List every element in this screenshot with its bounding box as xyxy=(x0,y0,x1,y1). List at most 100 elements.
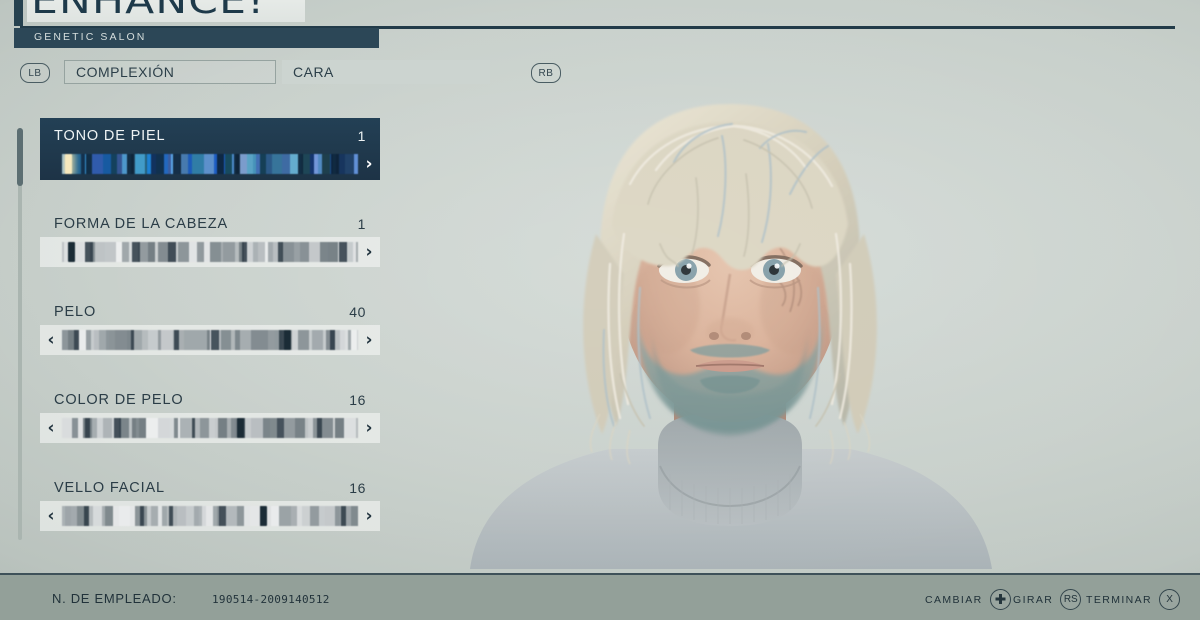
menu-item-slider-row[interactable]: ‹ › xyxy=(40,413,380,443)
chevron-left-icon[interactable]: ‹ xyxy=(40,331,62,349)
tab-complexion[interactable]: COMPLEXIÓN xyxy=(64,60,276,84)
character-render-svg xyxy=(470,104,992,569)
menu-item-label: COLOR DE PELO xyxy=(54,392,184,408)
slider-tick-accent xyxy=(84,506,89,526)
left-bumper-button[interactable]: LB xyxy=(20,63,50,83)
slider-tick xyxy=(115,330,128,350)
slider-tick xyxy=(355,418,358,438)
dpad-icon[interactable] xyxy=(989,589,1011,610)
hint-cambiar[interactable]: CAMBIAR xyxy=(925,589,1011,610)
slider-tick-accent xyxy=(140,506,145,526)
slider-tick-accent xyxy=(191,418,196,438)
slider-tick-accent xyxy=(242,242,247,262)
slider-position-marker xyxy=(283,330,291,350)
slider-tick-accent xyxy=(341,506,346,526)
slider-tick xyxy=(250,418,264,438)
chevron-right-icon[interactable]: › xyxy=(358,243,380,261)
slider-tick-accent xyxy=(339,242,348,262)
rs-button-icon[interactable]: RS xyxy=(1060,589,1082,610)
menu-item-value: 40 xyxy=(349,304,366,320)
menu-item-header: COLOR DE PELO 16 xyxy=(40,386,380,414)
logo-plate: ENHANCE! xyxy=(27,0,305,22)
menu-item-header: FORMA DE LA CABEZA 1 xyxy=(40,210,380,238)
slider-tick-accent xyxy=(130,330,135,350)
slider-tick xyxy=(312,330,324,350)
menu-item-pelo[interactable]: PELO 40 ‹ › xyxy=(40,298,380,360)
slider-tick xyxy=(192,154,205,174)
chevron-right-icon[interactable]: › xyxy=(358,331,380,349)
right-bumper-button[interactable]: RB xyxy=(531,63,561,83)
slider-tick xyxy=(297,330,311,350)
menu-item-slider-row[interactable]: ‹ › xyxy=(40,501,380,531)
slider-position-marker xyxy=(67,242,75,262)
chevron-right-icon[interactable]: › xyxy=(358,155,380,173)
slider-tick xyxy=(209,242,222,262)
menu-item-vello-facial[interactable]: VELLO FACIAL 16 ‹ › xyxy=(40,474,380,536)
category-tabbar: LB COMPLEXIÓN CARA RB xyxy=(0,60,1200,88)
menu-item-value: 16 xyxy=(349,392,366,408)
header: ENHANCE! GENETIC SALON xyxy=(0,0,1200,52)
slider-tick xyxy=(279,506,292,526)
menu-item-color-de-pelo[interactable]: COLOR DE PELO 16 ‹ › xyxy=(40,386,380,448)
slider-tick-accent xyxy=(210,330,219,350)
slider-tick xyxy=(239,330,252,350)
menu-item-slider-row[interactable]: ‹ › xyxy=(40,325,380,355)
slider-strip[interactable] xyxy=(62,154,358,174)
slider-strip[interactable] xyxy=(62,418,358,438)
slider-position-marker xyxy=(64,154,72,174)
chevron-left-icon[interactable]: ‹ xyxy=(40,507,62,525)
subtitle-bar: GENETIC SALON xyxy=(14,28,379,48)
slider-tick xyxy=(104,242,117,262)
tab-cara[interactable]: CARA xyxy=(282,60,490,84)
slider-tick-accent xyxy=(74,330,80,350)
menu-item-label: FORMA DE LA CABEZA xyxy=(54,216,229,232)
slider-tick xyxy=(356,242,358,262)
hint-label: GIRAR xyxy=(1013,593,1054,606)
menu-scrollbar-track[interactable] xyxy=(18,128,22,540)
character-portrait[interactable] xyxy=(460,74,1000,569)
hint-girar[interactable]: GIRAR RS xyxy=(1013,589,1082,610)
footer-bar: N. DE EMPLEADO: 190514-2009140512 CAMBIA… xyxy=(0,573,1200,620)
slider-tick-accent xyxy=(298,154,303,174)
slider-strip[interactable] xyxy=(62,330,358,350)
chevron-right-icon[interactable]: › xyxy=(358,419,380,437)
menu-scrollbar-thumb[interactable] xyxy=(17,128,23,186)
menu-item-value: 1 xyxy=(357,128,366,144)
slider-tick-accent xyxy=(331,154,339,174)
menu-item-tono-de-piel[interactable]: TONO DE PIEL 1 ‹ › xyxy=(40,118,380,184)
hint-terminar[interactable]: TERMINAR X xyxy=(1086,589,1181,610)
slider-tick-accent xyxy=(167,242,177,262)
x-button-icon[interactable]: X xyxy=(1159,589,1181,610)
slider-tick xyxy=(281,242,295,262)
options-menu: TONO DE PIEL 1 ‹ › FORMA DE LA CABEZA 1 … xyxy=(14,118,380,547)
slider-tick xyxy=(356,330,358,350)
slider-tick xyxy=(350,506,358,526)
menu-item-slider-row[interactable]: ‹ › xyxy=(40,149,380,179)
chevron-right-icon[interactable]: › xyxy=(358,507,380,525)
slider-tick-accent xyxy=(277,242,283,262)
dpad-glyph xyxy=(995,594,1006,604)
slider-tick xyxy=(353,154,358,174)
slider-tick xyxy=(92,154,104,174)
menu-item-label: VELLO FACIAL xyxy=(54,480,165,496)
menu-item-header: TONO DE PIEL 1 xyxy=(40,122,380,150)
slider-tick-accent xyxy=(169,506,173,526)
slider-position-marker xyxy=(236,418,244,438)
slider-tick-accent xyxy=(84,418,91,438)
slider-tick-accent xyxy=(132,242,141,262)
menu-item-header: VELLO FACIAL 16 xyxy=(40,474,380,502)
hint-label: TERMINAR xyxy=(1086,593,1153,606)
slider-tick-accent xyxy=(219,506,227,526)
menu-item-header: PELO 40 xyxy=(40,298,380,326)
menu-item-slider-row[interactable]: ‹ › xyxy=(40,237,380,267)
slider-tick-accent xyxy=(277,418,284,438)
chevron-left-icon[interactable]: ‹ xyxy=(40,419,62,437)
slider-strip[interactable] xyxy=(62,242,358,262)
slider-tick-accent xyxy=(216,154,225,174)
slider-strip[interactable] xyxy=(62,506,358,526)
menu-item-value: 1 xyxy=(357,216,366,232)
slider-tick xyxy=(283,418,296,438)
menu-item-forma-de-la-cabeza[interactable]: FORMA DE LA CABEZA 1 ‹ › xyxy=(40,210,380,272)
app-subtitle: GENETIC SALON xyxy=(34,31,147,43)
slider-tick-accent xyxy=(234,154,240,174)
